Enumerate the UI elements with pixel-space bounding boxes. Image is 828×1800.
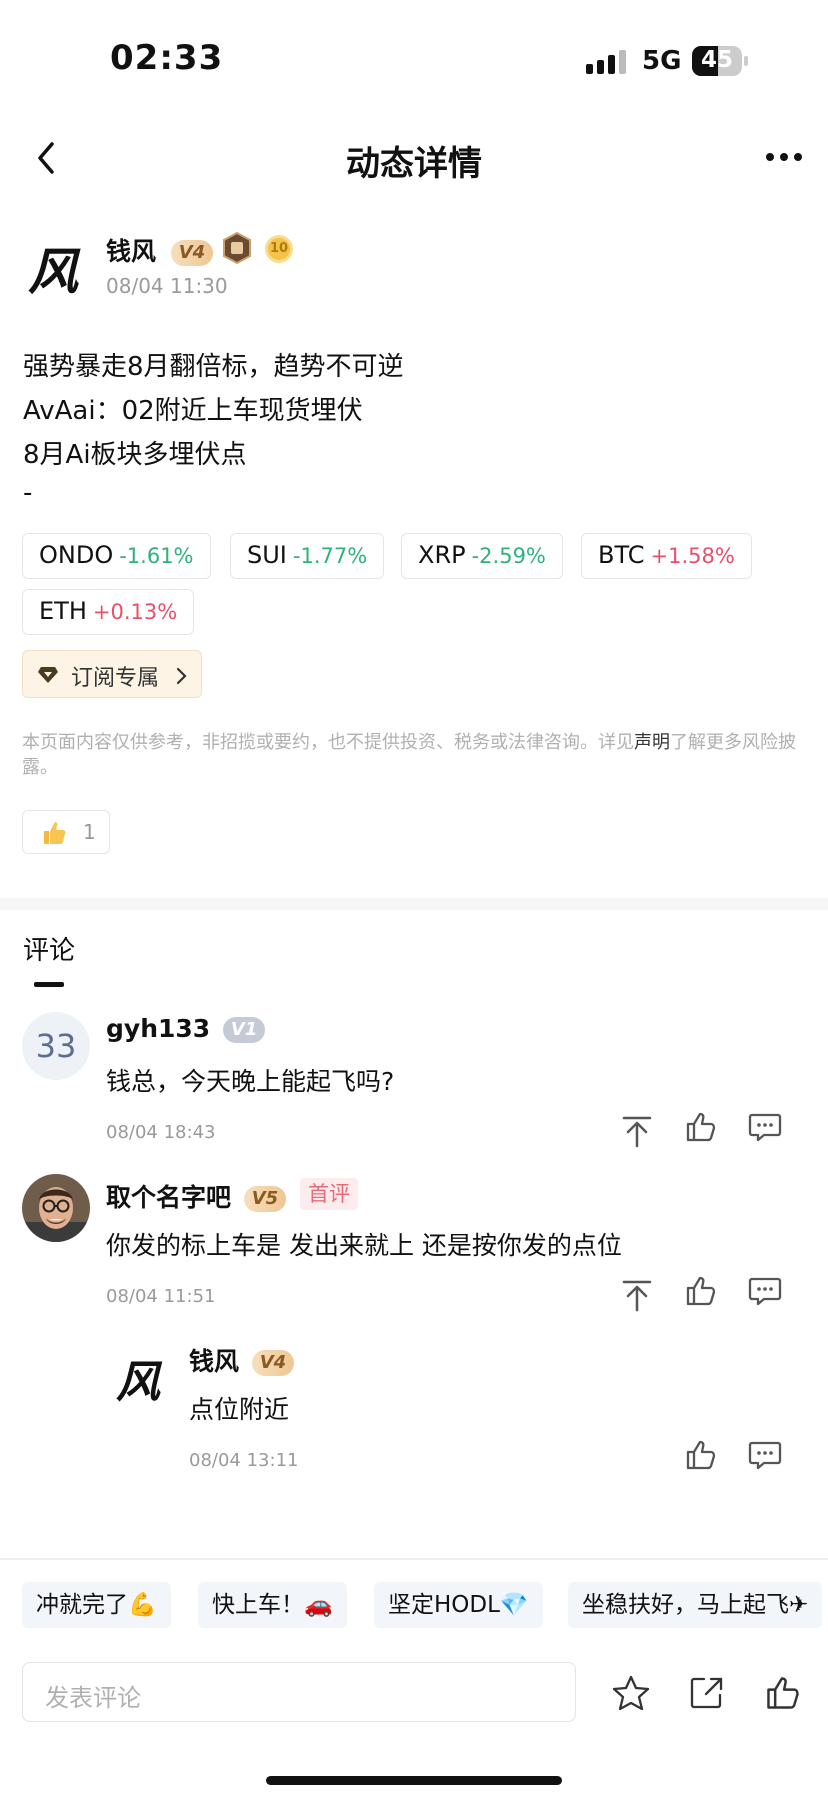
reply-author-name-text: 钱风 — [189, 1347, 240, 1376]
page-title: 动态详情 — [346, 144, 482, 184]
thumbs-up-icon[interactable] — [684, 1110, 718, 1144]
commenter-name-text: gyh133 — [106, 1014, 211, 1043]
ticker-chip[interactable]: SUI -1.77% — [230, 533, 385, 579]
ticker-change: +0.13% — [92, 600, 178, 624]
disclaimer-text: 本页面内容仅供参考，非招揽或要约，也不提供投资、税务或法律咨询。详见 — [22, 732, 634, 753]
medal-icon — [223, 232, 251, 264]
post-time: 08/04 11:30 — [106, 274, 228, 298]
commenter-avatar[interactable]: 33 — [22, 1012, 90, 1080]
thumbs-up-icon[interactable] — [684, 1274, 718, 1308]
pin-top-icon[interactable] — [620, 1278, 654, 1312]
comment-text: 钱总，今天晚上能起飞吗? — [106, 1067, 395, 1096]
comment-time: 08/04 11:51 — [106, 1286, 216, 1307]
bottom-divider — [0, 1558, 828, 1560]
level-coin-badge: 10 — [265, 235, 293, 263]
home-indicator — [266, 1776, 562, 1785]
disclaimer: 本页面内容仅供参考，非招揽或要约，也不提供投资、税务或法律咨询。详见声明了解更多… — [22, 730, 806, 780]
star-icon[interactable] — [612, 1674, 650, 1712]
comment-icon[interactable] — [748, 1438, 782, 1472]
comment-input-placeholder: 发表评论 — [45, 1684, 141, 1712]
battery-icon: 45 — [692, 46, 748, 76]
like-button[interactable]: 1 — [22, 810, 110, 854]
commenter-name[interactable]: gyh133 V1 — [106, 1014, 266, 1043]
comment-text: 你发的标上车是 发出来就上 还是按你发的点位 — [106, 1231, 622, 1260]
section-divider — [0, 898, 828, 910]
pin-top-icon[interactable] — [620, 1114, 654, 1148]
quick-reply-chip[interactable]: 快上车！🚗 — [198, 1582, 347, 1628]
post-line: 8月Ai板块多埋伏点 — [23, 440, 247, 470]
ticker-symbol: ETH — [39, 597, 87, 625]
chevron-right-icon — [176, 667, 187, 685]
avatar-photo-image — [22, 1174, 90, 1242]
comment-time: 08/04 18:43 — [106, 1122, 216, 1143]
reply-text: 点位附近 — [189, 1395, 290, 1424]
ticker-symbol: BTC — [598, 541, 645, 569]
subscribe-button[interactable]: 订阅专属 — [22, 650, 202, 698]
quick-reply-chip[interactable]: 坚定HODL💎 — [374, 1582, 543, 1628]
ticker-chip[interactable]: XRP -2.59% — [401, 533, 563, 579]
status-time: 02:33 — [110, 38, 224, 78]
ticker-chip[interactable]: ETH +0.13% — [22, 589, 195, 635]
ticker-symbol: SUI — [247, 541, 287, 569]
commenter-avatar[interactable] — [22, 1174, 90, 1242]
ticker-change: +1.58% — [650, 544, 735, 568]
signal-icon — [586, 50, 626, 74]
battery-level: 45 — [701, 47, 734, 73]
post-line: 强势暴走8月翻倍标，趋势不可逆 — [23, 352, 404, 382]
quick-reply-chip[interactable]: 冲就完了💪 — [22, 1582, 171, 1628]
ticker-symbol: XRP — [418, 541, 466, 569]
reply-time: 08/04 13:11 — [189, 1450, 299, 1471]
ticker-change: -1.77% — [292, 544, 368, 568]
thumbs-up-icon[interactable] — [764, 1674, 802, 1712]
comment-icon[interactable] — [748, 1110, 782, 1144]
thumbs-up-icon — [44, 822, 66, 844]
more-icon[interactable] — [764, 150, 804, 164]
first-comment-tag: 首评 — [300, 1178, 358, 1210]
ticker-symbol: ONDO — [39, 541, 114, 569]
comment-icon[interactable] — [748, 1274, 782, 1308]
commenter-name-text: 取个名字吧 — [106, 1183, 232, 1212]
network-label: 5G — [642, 46, 682, 76]
quick-reply-bar: 冲就完了💪 快上车！🚗 坚定HODL💎 坐稳扶好，马上起飞✈ — [0, 1582, 828, 1628]
reply-logo-glyph: 风 — [116, 1357, 160, 1408]
commenter-level-badge: V5 — [243, 1186, 287, 1212]
tab-underline — [34, 982, 64, 987]
quick-reply-chip[interactable]: 坐稳扶好，马上起飞✈ — [568, 1582, 823, 1628]
reply-avatar[interactable]: 风 — [112, 1344, 174, 1408]
ticker-chip[interactable]: BTC +1.58% — [581, 533, 752, 579]
post-line: - — [23, 478, 33, 508]
commenter-name[interactable]: 取个名字吧 V5 — [106, 1178, 287, 1214]
author-name[interactable]: 钱风 V4 — [106, 232, 214, 268]
author-avatar[interactable]: 风 — [22, 230, 92, 301]
disclaimer-link[interactable]: 声明 — [634, 732, 670, 753]
thumbs-up-icon[interactable] — [684, 1438, 718, 1472]
ticker-chip[interactable]: ONDO -1.61% — [22, 533, 211, 579]
like-count: 1 — [83, 820, 96, 844]
author-level-badge: V4 — [170, 240, 214, 266]
ticker-change: -1.61% — [119, 544, 194, 568]
subscribe-label: 订阅专属 — [71, 666, 160, 691]
post-line: AvAai：02附近上车现货埋伏 — [23, 396, 363, 426]
comment-input[interactable]: 发表评论 — [22, 1662, 576, 1722]
ticker-change: -2.59% — [471, 544, 546, 568]
commenter-level-badge: V1 — [222, 1017, 266, 1043]
share-icon[interactable] — [688, 1674, 726, 1712]
comments-title[interactable]: 评论 — [23, 930, 75, 967]
author-logo-glyph: 风 — [28, 242, 78, 301]
diamond-icon — [38, 667, 58, 683]
reply-level-badge: V4 — [251, 1350, 295, 1376]
reply-author-name[interactable]: 钱风 V4 — [189, 1342, 295, 1378]
author-name-text: 钱风 — [106, 237, 157, 266]
